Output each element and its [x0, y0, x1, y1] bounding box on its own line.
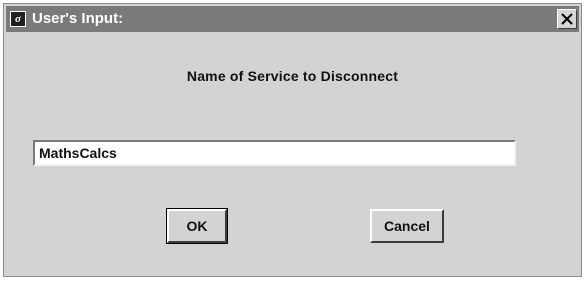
- title-bar[interactable]: σ User's Input:: [6, 6, 579, 32]
- close-button[interactable]: [557, 9, 577, 29]
- ok-button[interactable]: OK: [166, 208, 228, 244]
- app-logo-icon[interactable]: σ: [10, 11, 26, 27]
- service-name-input[interactable]: [33, 140, 516, 166]
- dialog-window: σ User's Input: Name of Service to Disco…: [3, 3, 582, 277]
- prompt-label: Name of Service to Disconnect: [186, 68, 399, 84]
- close-icon: [561, 13, 573, 25]
- cancel-button[interactable]: Cancel: [370, 209, 444, 243]
- window-title: User's Input:: [32, 10, 124, 27]
